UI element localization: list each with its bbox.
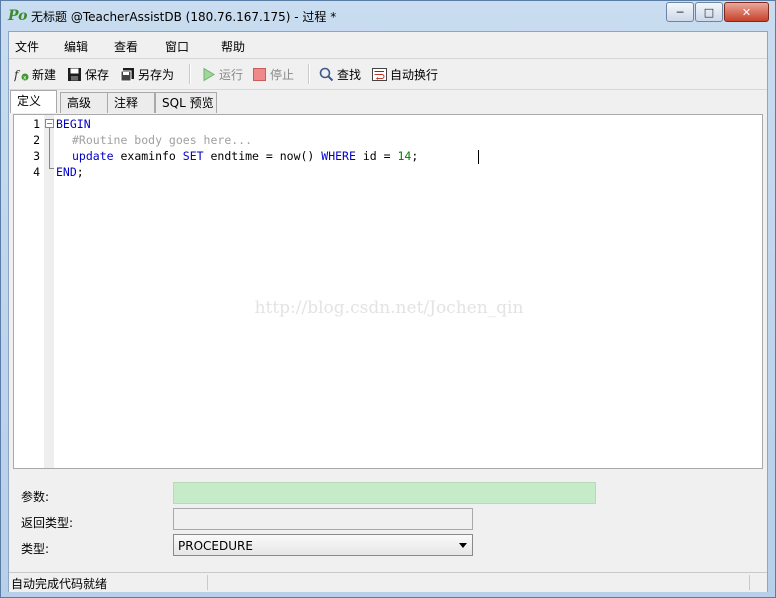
properties-panel: 参数: 返回类型: 类型: PROCEDURE	[9, 472, 767, 568]
return-type-label: 返回类型:	[21, 516, 74, 530]
comment: #Routine body goes here...	[72, 133, 253, 147]
word-wrap-label: 自动换行	[390, 68, 439, 82]
code-line-4: END;	[56, 165, 84, 179]
code-line-1: BEGIN	[56, 117, 91, 131]
tab-sql-preview[interactable]: SQL 预览	[155, 92, 217, 113]
menu-view[interactable]: 查看	[114, 38, 138, 55]
chevron-down-icon	[459, 543, 467, 548]
type-select[interactable]: PROCEDURE	[173, 534, 473, 556]
close-button[interactable]: ✕	[724, 2, 769, 22]
tab-definition[interactable]: 定义	[10, 90, 57, 113]
text-cursor	[478, 150, 479, 164]
navicat-procedure-icon: Po	[8, 8, 28, 24]
menu-edit[interactable]: 编辑	[64, 38, 88, 55]
keyword: BEGIN	[56, 117, 91, 131]
svg-text:x: x	[23, 75, 27, 82]
window-title: 无标题 @TeacherAssistDB (180.76.167.175) - …	[31, 10, 337, 24]
status-bar: 自动完成代码就绪	[9, 572, 767, 592]
function-new-icon: fx	[13, 67, 29, 82]
search-icon	[319, 67, 334, 82]
save-label: 保存	[85, 68, 110, 82]
window-controls: ─ □ ✕	[665, 2, 769, 22]
fold-guide-end	[49, 168, 54, 169]
keyword: SET	[182, 149, 204, 163]
stop-icon	[252, 67, 267, 82]
code-text: ;	[411, 149, 419, 163]
title-bar[interactable]: Po 无标题 @TeacherAssistDB (180.76.167.175)…	[1, 1, 775, 31]
code-editor[interactable]: − 1 2 3 4 BEGIN #Routine body goes here.…	[13, 114, 763, 469]
stop-label: 停止	[270, 68, 295, 82]
menu-help[interactable]: 帮助	[221, 38, 245, 55]
menu-file[interactable]: 文件	[15, 38, 39, 55]
params-input[interactable]	[173, 482, 596, 504]
run-label: 运行	[219, 68, 244, 82]
line-number: 2	[33, 133, 40, 147]
save-as-label: 另存为	[138, 68, 175, 82]
params-label: 参数:	[21, 490, 50, 504]
fold-toggle-icon[interactable]: −	[45, 119, 54, 128]
tab-comment[interactable]: 注释	[107, 92, 155, 113]
word-wrap-icon	[372, 67, 387, 82]
toolbar: fx 新建 保存 另存为 运行 停止 查找 自动换行	[9, 59, 767, 90]
save-as-button[interactable]: 另存为	[120, 66, 174, 83]
keyword: WHERE	[321, 149, 356, 163]
word-wrap-button[interactable]: 自动换行	[372, 66, 438, 83]
save-icon	[67, 67, 82, 82]
find-button[interactable]: 查找	[319, 66, 361, 83]
code-text: examinfo	[113, 149, 183, 163]
tab-strip: 定义 高级 注释 SQL 预览	[9, 90, 767, 114]
line-number: 4	[33, 165, 40, 179]
toolbar-separator	[308, 64, 310, 84]
find-label: 查找	[337, 68, 362, 82]
line-number: 3	[33, 149, 40, 163]
toolbar-separator	[189, 64, 191, 84]
tab-advanced[interactable]: 高级	[60, 92, 108, 113]
status-text: 自动完成代码就绪	[11, 577, 108, 591]
menu-bar: 文件 编辑 查看 窗口 帮助	[9, 32, 767, 59]
code-text: ;	[76, 165, 84, 179]
code-text: id =	[355, 149, 398, 163]
watermark: http://blog.csdn.net/Jochen_qin	[254, 298, 524, 318]
fold-guide	[49, 128, 50, 168]
menu-window[interactable]: 窗口	[165, 38, 189, 55]
number-literal: 14	[397, 149, 412, 163]
return-type-input[interactable]	[173, 508, 473, 530]
line-number: 1	[33, 117, 40, 131]
play-icon	[201, 67, 216, 82]
svg-text:f: f	[14, 68, 21, 82]
status-separator	[207, 575, 208, 590]
new-label: 新建	[32, 68, 57, 82]
maximize-button[interactable]: □	[695, 2, 723, 22]
new-button[interactable]: fx 新建	[13, 66, 57, 83]
app-window: Po 无标题 @TeacherAssistDB (180.76.167.175)…	[0, 0, 776, 598]
keyword: update	[72, 149, 114, 163]
stop-button[interactable]: 停止	[252, 66, 294, 83]
type-select-value: PROCEDURE	[178, 539, 253, 553]
status-separator	[749, 575, 750, 590]
client-area: 文件 编辑 查看 窗口 帮助 fx 新建 保存 另存为 运行 停止 查找 自动换…	[8, 31, 768, 592]
keyword: END	[56, 165, 77, 179]
code-line-2: #Routine body goes here...	[72, 133, 252, 147]
save-as-icon	[120, 67, 135, 82]
code-line-3: update examinfo SET endtime = now() WHER…	[72, 149, 418, 163]
run-button[interactable]: 运行	[201, 66, 243, 83]
save-button[interactable]: 保存	[67, 66, 109, 83]
type-label: 类型:	[21, 542, 50, 556]
minimize-button[interactable]: ─	[666, 2, 694, 22]
code-text: endtime = now()	[203, 149, 322, 163]
